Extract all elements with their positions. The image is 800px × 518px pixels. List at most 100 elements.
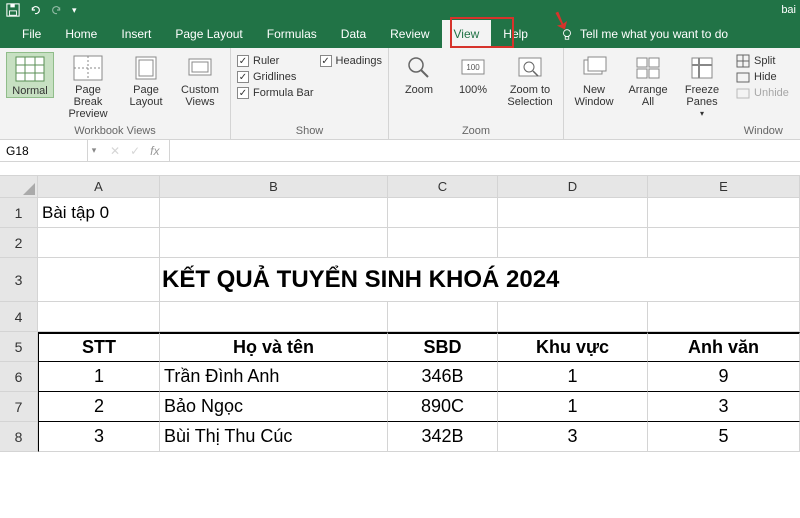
- header-kv[interactable]: Khu vực: [498, 332, 648, 362]
- cell-a8[interactable]: 3: [38, 422, 160, 452]
- annotation-highlight-box: [450, 17, 514, 48]
- page-break-label: Page Break Preview: [60, 84, 116, 120]
- formula-input[interactable]: [169, 140, 800, 161]
- worksheet-grid[interactable]: A B C D E 1 Bài tập 0 2 3 KẾT QUẢ TUYỂN …: [0, 176, 800, 452]
- col-header-b[interactable]: B: [160, 176, 388, 198]
- arrange-all-button[interactable]: Arrange All: [624, 52, 672, 108]
- tab-file[interactable]: File: [10, 20, 53, 48]
- cell-a7[interactable]: 2: [38, 392, 160, 422]
- gridlines-checkbox[interactable]: ✓Gridlines: [237, 71, 314, 83]
- cancel-icon[interactable]: ✕: [110, 144, 120, 158]
- cell-e8[interactable]: 5: [648, 422, 800, 452]
- group-label-workbook-views: Workbook Views: [6, 125, 224, 139]
- magnifier-icon: [404, 54, 434, 82]
- headings-checkbox[interactable]: ✓Headings: [320, 55, 382, 67]
- cell-c6[interactable]: 346B: [388, 362, 498, 392]
- tab-formulas[interactable]: Formulas: [255, 20, 329, 48]
- name-box[interactable]: G18: [0, 140, 88, 161]
- cell-e7[interactable]: 3: [648, 392, 800, 422]
- undo-icon[interactable]: [28, 3, 42, 17]
- unhide-button[interactable]: Unhide: [736, 86, 789, 100]
- ruler-checkbox[interactable]: ✓Ruler: [237, 55, 314, 67]
- customize-qat-icon[interactable]: ▾: [72, 5, 77, 16]
- tab-page-layout[interactable]: Page Layout: [163, 20, 254, 48]
- cell-a4[interactable]: [38, 302, 160, 332]
- tab-insert[interactable]: Insert: [109, 20, 163, 48]
- row-header-6[interactable]: 6: [0, 362, 38, 392]
- header-sbd[interactable]: SBD: [388, 332, 498, 362]
- row-header-5[interactable]: 5: [0, 332, 38, 362]
- cell-b8[interactable]: Bùi Thị Thu Cúc: [160, 422, 388, 452]
- hide-icon: [736, 70, 750, 84]
- zoom-100-button[interactable]: 100 100%: [449, 52, 497, 96]
- header-stt[interactable]: STT: [38, 332, 160, 362]
- cell-b7[interactable]: Bảo Ngọc: [160, 392, 388, 422]
- row-header-1[interactable]: 1: [0, 198, 38, 228]
- page-layout-view-button[interactable]: Page Layout: [122, 52, 170, 108]
- cell-d8[interactable]: 3: [498, 422, 648, 452]
- cell-d4[interactable]: [498, 302, 648, 332]
- freeze-panes-button[interactable]: Freeze Panes ▾: [678, 52, 726, 119]
- cell-d6[interactable]: 1: [498, 362, 648, 392]
- cell-e2[interactable]: [648, 228, 800, 258]
- header-name[interactable]: Họ và tên: [160, 332, 388, 362]
- fx-icon[interactable]: fx: [150, 144, 159, 158]
- cell-a6[interactable]: 1: [38, 362, 160, 392]
- col-header-c[interactable]: C: [388, 176, 498, 198]
- cell-d2[interactable]: [498, 228, 648, 258]
- col-header-e[interactable]: E: [648, 176, 800, 198]
- cell-c2[interactable]: [388, 228, 498, 258]
- cell-c8[interactable]: 342B: [388, 422, 498, 452]
- header-av[interactable]: Anh văn: [648, 332, 800, 362]
- cell-c7[interactable]: 890C: [388, 392, 498, 422]
- new-window-button[interactable]: New Window: [570, 52, 618, 108]
- row-header-4[interactable]: 4: [0, 302, 38, 332]
- save-icon[interactable]: [6, 3, 20, 17]
- tell-me-label: Tell me what you want to do: [580, 27, 728, 41]
- col-header-a[interactable]: A: [38, 176, 160, 198]
- group-label-window: Window: [570, 125, 789, 139]
- cell-a2[interactable]: [38, 228, 160, 258]
- cell-a1[interactable]: Bài tập 0: [38, 198, 160, 228]
- row-header-3[interactable]: 3: [0, 258, 38, 302]
- cell-b1[interactable]: [160, 198, 388, 228]
- cell-d1[interactable]: [498, 198, 648, 228]
- normal-view-button[interactable]: Normal: [6, 52, 54, 98]
- row-header-7[interactable]: 7: [0, 392, 38, 422]
- formula-bar-checkbox[interactable]: ✓Formula Bar: [237, 87, 314, 99]
- zoom-selection-icon: [515, 54, 545, 82]
- cell-b2[interactable]: [160, 228, 388, 258]
- custom-views-icon: [185, 54, 215, 82]
- select-all-button[interactable]: [0, 176, 38, 198]
- group-label-zoom: Zoom: [395, 125, 557, 139]
- col-header-d[interactable]: D: [498, 176, 648, 198]
- cell-a3[interactable]: [38, 258, 160, 302]
- svg-text:100: 100: [466, 63, 480, 72]
- hide-button[interactable]: Hide: [736, 70, 789, 84]
- tab-home[interactable]: Home: [53, 20, 109, 48]
- tab-review[interactable]: Review: [378, 20, 441, 48]
- split-button[interactable]: Split: [736, 54, 789, 68]
- cell-c4[interactable]: [388, 302, 498, 332]
- redo-icon[interactable]: [50, 3, 64, 17]
- cell-c1[interactable]: [388, 198, 498, 228]
- cell-e6[interactable]: 9: [648, 362, 800, 392]
- enter-icon[interactable]: ✓: [130, 144, 140, 158]
- cell-b6[interactable]: Trần Đình Anh: [160, 362, 388, 392]
- name-box-dropdown-icon[interactable]: ▾: [88, 145, 100, 156]
- cell-e4[interactable]: [648, 302, 800, 332]
- page-break-preview-button[interactable]: Page Break Preview: [60, 52, 116, 120]
- cell-d7[interactable]: 1: [498, 392, 648, 422]
- row-header-2[interactable]: 2: [0, 228, 38, 258]
- title-cell[interactable]: KẾT QUẢ TUYỂN SINH KHOÁ 2024: [160, 258, 800, 302]
- chevron-down-icon: ▾: [700, 110, 704, 119]
- row-header-8[interactable]: 8: [0, 422, 38, 452]
- custom-views-button[interactable]: Custom Views: [176, 52, 224, 108]
- tab-data[interactable]: Data: [329, 20, 378, 48]
- zoom-to-selection-button[interactable]: Zoom to Selection: [503, 52, 557, 108]
- zoom-button[interactable]: Zoom: [395, 52, 443, 96]
- cell-b4[interactable]: [160, 302, 388, 332]
- cell-e1[interactable]: [648, 198, 800, 228]
- ribbon: Normal Page Break Preview Page Layout Cu…: [0, 48, 800, 140]
- tell-me-search[interactable]: Tell me what you want to do: [560, 27, 728, 41]
